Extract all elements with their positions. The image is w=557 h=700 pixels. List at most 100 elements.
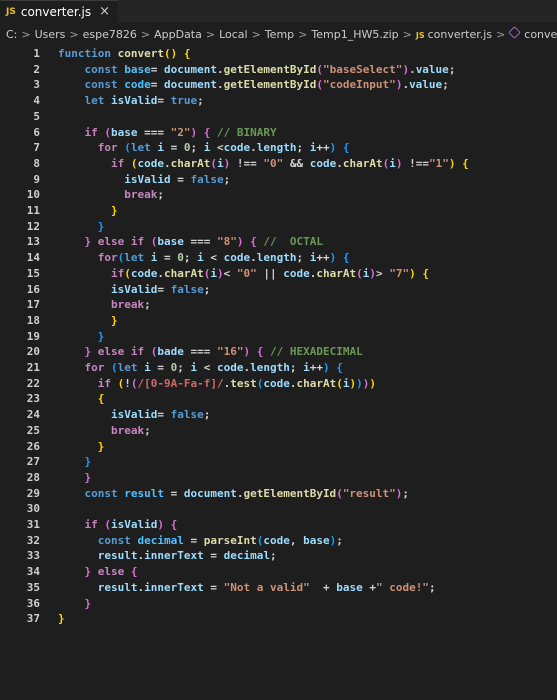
code-editor[interactable]: 1 function convert() {2 const base= docum… xyxy=(0,44,557,644)
code-token: === xyxy=(190,345,217,359)
code-token: if xyxy=(110,266,125,280)
code-line[interactable]: 19 } xyxy=(0,329,557,345)
code-token: base xyxy=(124,62,151,76)
code-token: i xyxy=(203,141,217,155)
code-token: isValid xyxy=(110,282,158,296)
code-token: { xyxy=(250,345,264,359)
code-line[interactable]: 20 } else if (bade === "16") { // HEXADE… xyxy=(0,344,557,360)
code-token: "1" xyxy=(428,156,449,170)
code-token: ; xyxy=(428,580,436,594)
code-line[interactable]: 2 const base= document.getElementById("b… xyxy=(0,62,557,78)
code-text: result.innerText = decimal; xyxy=(58,548,277,564)
code-line[interactable]: 14 for(let i = 0; i < code.length; i++) … xyxy=(0,250,557,266)
code-line[interactable]: 21 for (let i = 0; i < code.length; i++)… xyxy=(0,360,557,376)
code-token: } xyxy=(110,313,118,327)
code-line[interactable]: 6 if (base === "2") { // BINARY xyxy=(0,125,557,141)
code-token: code xyxy=(223,251,251,265)
code-line[interactable]: 24 isValid= false; xyxy=(0,407,557,423)
code-token: convert xyxy=(117,47,164,60)
code-token: ) xyxy=(216,266,224,280)
code-line[interactable]: 11 } xyxy=(0,203,557,219)
code-token: if xyxy=(110,156,131,170)
code-line[interactable]: 12 } xyxy=(0,219,557,235)
code-token: const xyxy=(84,486,125,500)
editor-empty-area xyxy=(0,644,557,700)
line-number: 29 xyxy=(26,486,40,500)
code-token: ; xyxy=(269,549,277,563)
breadcrumb-item[interactable]: espe7826 xyxy=(83,28,137,41)
code-token: } xyxy=(84,455,92,469)
close-icon[interactable]: × xyxy=(99,4,110,19)
code-token: ; xyxy=(190,141,204,155)
code-line[interactable]: 34 } else { xyxy=(0,564,557,580)
code-token: = xyxy=(157,282,171,296)
code-token: const xyxy=(84,78,125,92)
code-text: function convert() { xyxy=(58,46,190,62)
code-token: let xyxy=(117,361,145,374)
code-line[interactable]: 10 break; xyxy=(0,187,557,203)
code-token: break xyxy=(124,188,158,202)
code-token: let xyxy=(130,141,158,155)
code-token: ; xyxy=(289,361,304,374)
code-line[interactable]: 29 const result = document.getElementByI… xyxy=(0,486,557,502)
tab-converter-js[interactable]: JS converter.js × xyxy=(0,0,119,23)
code-token: else if xyxy=(91,345,151,359)
breadcrumb-item[interactable]: Temp xyxy=(265,28,294,41)
code-token: ; xyxy=(203,282,211,296)
code-line[interactable]: 33 result.innerText = decimal; xyxy=(0,548,557,564)
code-token: ) xyxy=(409,266,416,280)
line-number: 2 xyxy=(33,62,40,76)
code-token: i xyxy=(216,156,224,170)
code-line[interactable]: 26 } xyxy=(0,439,557,455)
code-text: } xyxy=(58,611,65,627)
code-text: if (isValid) { xyxy=(58,517,178,533)
code-line[interactable]: 32 const decimal = parseInt(code, base); xyxy=(0,533,557,549)
code-line[interactable]: 37} xyxy=(0,611,557,627)
code-token: getElementById xyxy=(223,62,317,76)
line-number: 23 xyxy=(26,392,40,406)
code-line[interactable]: 30 xyxy=(0,501,557,517)
breadcrumb-item[interactable]: Local xyxy=(219,28,248,41)
code-line[interactable]: 23 { xyxy=(0,391,557,407)
breadcrumb-item[interactable]: AppData xyxy=(154,28,202,41)
code-line[interactable]: 22 if (!(/[0-9A-Fa-f]/.test(code.charAt(… xyxy=(0,376,557,392)
code-token: ; xyxy=(183,251,198,265)
code-line[interactable]: 25 break; xyxy=(0,423,557,439)
code-token: { xyxy=(336,141,350,155)
breadcrumb-item[interactable]: C: xyxy=(6,28,17,41)
code-token: && xyxy=(283,156,310,170)
code-line[interactable]: 27 } xyxy=(0,454,557,470)
code-line[interactable]: 15 if(code.charAt(i)< "0" || code.charAt… xyxy=(0,266,557,282)
breadcrumb-item[interactable]: convert xyxy=(508,26,557,41)
code-line[interactable]: 3 const code= document.getElementById("c… xyxy=(0,77,557,93)
breadcrumb-item[interactable]: JS converter.js xyxy=(416,28,492,41)
breadcrumb: C: > Users > espe7826 > AppData > Local > Temp > Tem… xyxy=(0,24,557,44)
code-line[interactable]: 9 isValid = false; xyxy=(0,172,557,188)
breadcrumb-item[interactable]: Users xyxy=(35,28,66,41)
code-line[interactable]: 5 xyxy=(0,109,557,125)
breadcrumb-item[interactable]: Temp1_HW5.zip xyxy=(311,28,398,41)
code-line[interactable]: 8 if (code.charAt(i) !== "0" && code.cha… xyxy=(0,156,557,172)
code-line[interactable]: 16 isValid= false; xyxy=(0,282,557,298)
code-token: ++ xyxy=(316,251,330,265)
code-line[interactable]: 36 } xyxy=(0,596,557,612)
code-line[interactable]: 35 result.innerText = "Not a valid" + ba… xyxy=(0,580,557,596)
code-line[interactable]: 4 let isValid= true; xyxy=(0,93,557,109)
code-line[interactable]: 31 if (isValid) { xyxy=(0,517,557,533)
code-token: === xyxy=(190,235,217,249)
code-line[interactable]: 7 for (let i = 0; i <code.length; i++) { xyxy=(0,140,557,156)
code-token: ; xyxy=(296,251,310,265)
code-line[interactable]: 28 } xyxy=(0,470,557,486)
code-token: ) xyxy=(356,376,363,390)
code-line[interactable]: 1 function convert() { xyxy=(0,46,557,62)
code-line[interactable]: 17 break; xyxy=(0,297,557,313)
code-token: value xyxy=(415,62,449,76)
code-line[interactable]: 18 } xyxy=(0,313,557,329)
code-token: ; xyxy=(448,62,456,76)
code-line[interactable]: 13 } else if (base === "8") { // OCTAL xyxy=(0,234,557,250)
code-token: i xyxy=(144,361,158,374)
